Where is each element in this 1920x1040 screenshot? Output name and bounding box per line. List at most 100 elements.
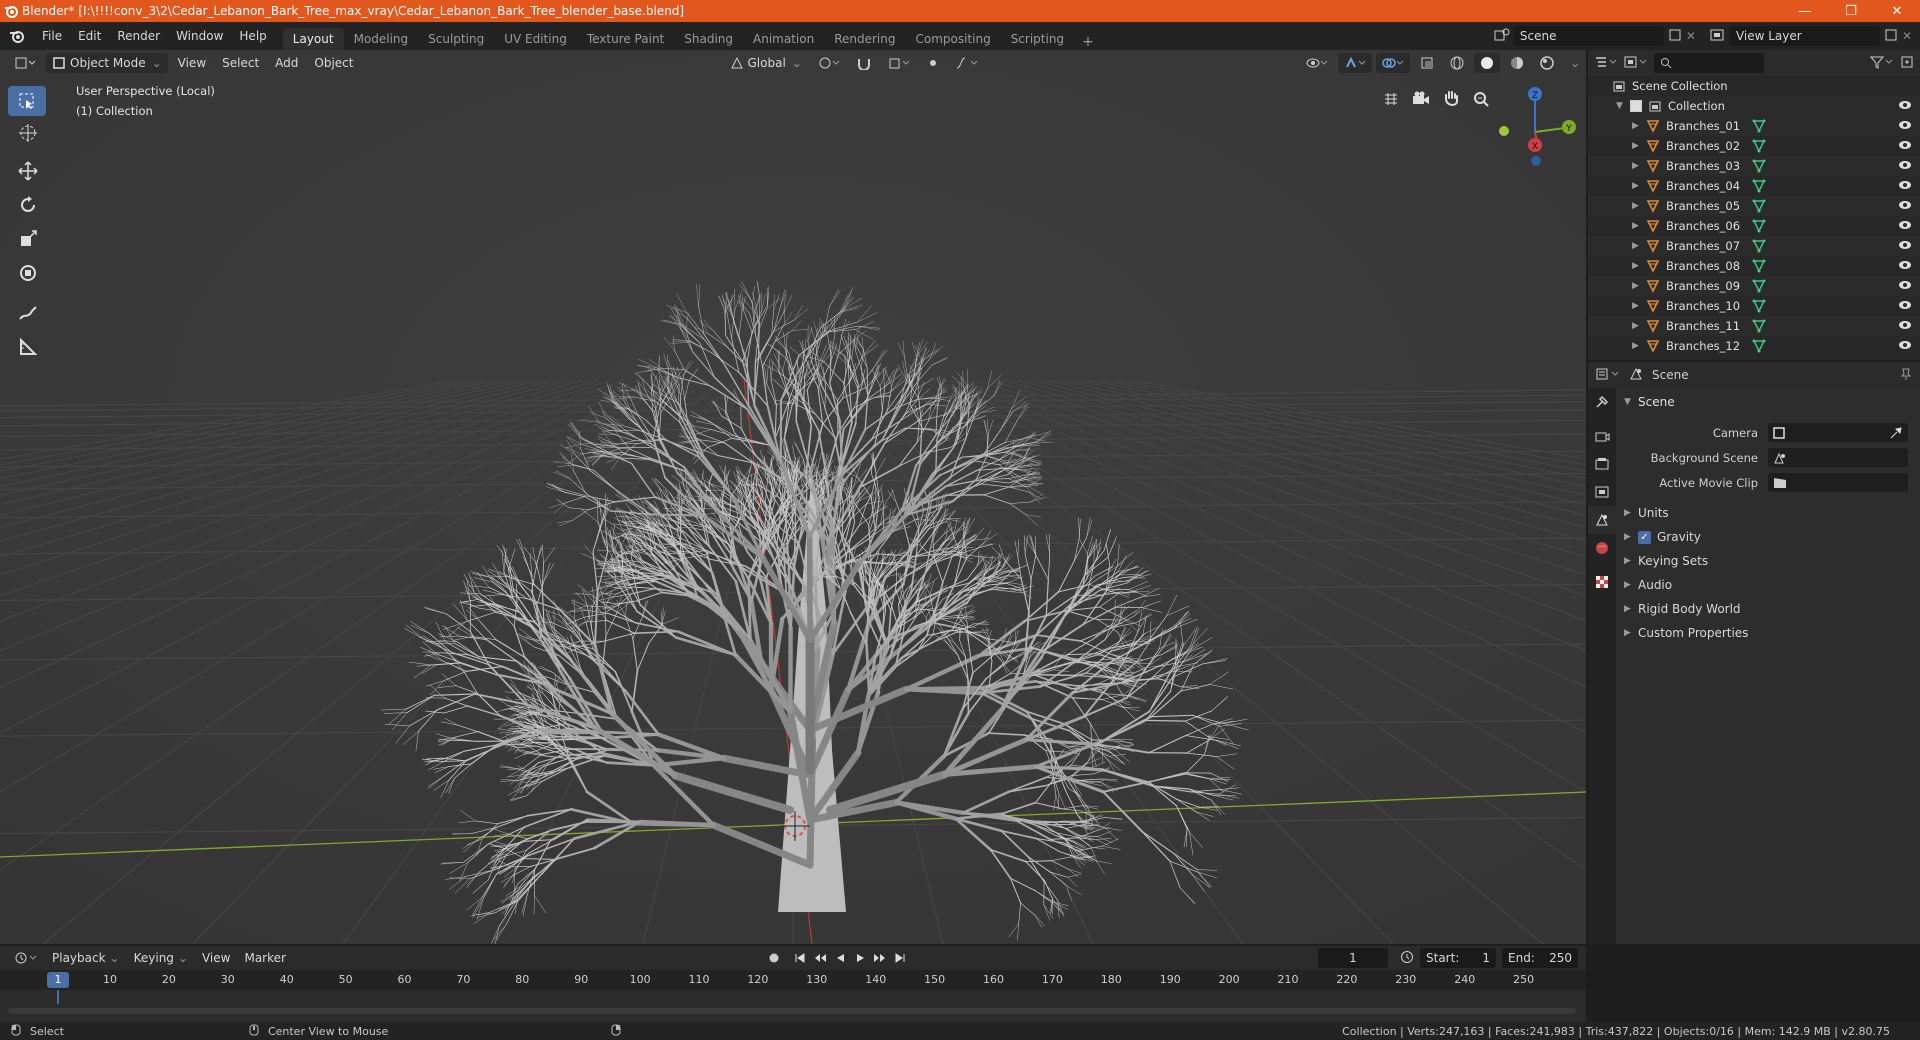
viewport-menu-object[interactable]: Object — [308, 53, 359, 73]
eye-icon[interactable] — [1898, 159, 1912, 173]
outliner-object-row[interactable]: ▶ Branches_05 — [1588, 196, 1920, 216]
xray-toggle-icon[interactable] — [1414, 53, 1440, 73]
keying-menu[interactable]: Keying ⌄ — [128, 948, 194, 968]
current-frame-field[interactable]: 1 — [1318, 948, 1388, 968]
object-mode-dropdown[interactable]: Object Mode ⌄ — [46, 53, 168, 73]
proportional-editing-icon[interactable] — [920, 53, 946, 73]
units-subpanel[interactable]: ▶ Units — [1616, 501, 1920, 525]
overlays-toggle-icon[interactable] — [1375, 53, 1410, 73]
eye-icon[interactable] — [1898, 259, 1912, 273]
mesh-data-icon[interactable] — [1752, 239, 1766, 253]
move-tool-icon[interactable] — [8, 154, 48, 188]
current-frame-indicator[interactable]: 1 — [47, 972, 69, 988]
falloff-icon[interactable] — [950, 53, 984, 73]
tab-animation[interactable]: Animation — [743, 28, 824, 50]
new-view-layer-icon[interactable] — [1884, 28, 1898, 45]
visibility-selectability-icon[interactable] — [1300, 53, 1334, 73]
collection-row[interactable]: ▼ Collection — [1588, 96, 1920, 116]
tab-scripting[interactable]: Scripting — [1001, 28, 1074, 50]
outliner-object-row[interactable]: ▶ Branches_03 — [1588, 156, 1920, 176]
eye-icon[interactable] — [1898, 99, 1912, 113]
tab-uv-editing[interactable]: UV Editing — [494, 28, 577, 50]
menu-window[interactable]: Window — [168, 24, 231, 48]
measure-tool-icon[interactable] — [8, 330, 48, 364]
axis-navigation-gizmo[interactable]: X Z Y — [1490, 80, 1580, 170]
expand-arrow-icon[interactable]: ▶ — [1632, 221, 1646, 231]
texture-tab-icon[interactable] — [1588, 568, 1616, 596]
transform-orientation-dropdown[interactable]: Global ⌄ — [724, 53, 808, 73]
mesh-data-icon[interactable] — [1752, 139, 1766, 153]
jump-to-keyframe-forward-icon[interactable] — [870, 948, 890, 968]
annotate-tool-icon[interactable] — [8, 296, 48, 330]
scene-selector[interactable]: Scene — [1513, 26, 1664, 46]
mesh-data-icon[interactable] — [1752, 279, 1766, 293]
active-movie-clip-field[interactable] — [1768, 473, 1908, 492]
record-icon[interactable] — [764, 948, 784, 968]
eye-icon[interactable] — [1898, 179, 1912, 193]
end-frame-field[interactable]: End: 250 — [1502, 948, 1578, 968]
expand-arrow-icon[interactable]: ▶ — [1632, 261, 1646, 271]
scene-icon[interactable] — [1494, 28, 1510, 45]
scene-tab-icon[interactable] — [1588, 506, 1616, 534]
eye-icon[interactable] — [1898, 139, 1912, 153]
outliner-editor-type-icon[interactable] — [1594, 55, 1618, 72]
pan-view-hand-icon[interactable] — [1438, 86, 1464, 112]
jump-to-keyframe-back-icon[interactable] — [810, 948, 830, 968]
grid-view-toggle-icon[interactable] — [1378, 86, 1404, 112]
expand-arrow-icon[interactable]: ▶ — [1632, 141, 1646, 151]
eye-icon[interactable] — [1898, 219, 1912, 233]
play-reverse-icon[interactable] — [830, 948, 850, 968]
outliner-object-row[interactable]: ▶ Branches_09 — [1588, 276, 1920, 296]
scene-panel-header[interactable]: ▼ Scene — [1616, 390, 1920, 414]
frame-ruler[interactable]: 1 10 20 30 40 50 60 70 80 90 100 110 120 130 140 150 16… — [0, 970, 1586, 990]
expand-arrow-icon[interactable]: ▶ — [1632, 181, 1646, 191]
timeline-scrollbar[interactable] — [8, 1008, 1576, 1014]
cursor-tool-icon[interactable] — [8, 116, 48, 150]
tab-texture-paint[interactable]: Texture Paint — [577, 28, 674, 50]
mesh-data-icon[interactable] — [1752, 299, 1766, 313]
viewport-menu-select[interactable]: Select — [216, 53, 265, 73]
expand-arrow-icon[interactable]: ▶ — [1632, 301, 1646, 311]
view-layer-tab-icon[interactable] — [1588, 478, 1616, 506]
gravity-checkbox[interactable]: ✓ — [1638, 530, 1651, 544]
wireframe-shading-icon[interactable] — [1444, 53, 1470, 73]
audio-subpanel[interactable]: ▶ Audio — [1616, 573, 1920, 597]
mesh-data-icon[interactable] — [1752, 159, 1766, 173]
blender-menu-icon[interactable] — [0, 28, 34, 44]
viewport-menu-view[interactable]: View — [172, 53, 212, 73]
start-frame-field[interactable]: Start: 1 — [1420, 948, 1496, 968]
outliner-object-row[interactable]: ▶ Branches_02 — [1588, 136, 1920, 156]
scale-tool-icon[interactable] — [8, 222, 48, 256]
close-button[interactable]: ✕ — [1874, 0, 1920, 22]
menu-render[interactable]: Render — [109, 24, 168, 48]
scene-collection-row[interactable]: Scene Collection — [1588, 76, 1920, 96]
mesh-data-icon[interactable] — [1752, 199, 1766, 213]
new-collection-icon[interactable] — [1900, 55, 1914, 72]
mesh-data-icon[interactable] — [1752, 339, 1766, 353]
world-tab-icon[interactable] — [1588, 534, 1616, 562]
3d-viewport[interactable]: Object Mode ⌄ View Select Add Object Glo… — [0, 50, 1586, 944]
snap-target-icon[interactable] — [882, 53, 916, 73]
play-icon[interactable] — [850, 948, 870, 968]
preview-range-clock-icon[interactable] — [1400, 950, 1414, 967]
menu-file[interactable]: File — [34, 24, 70, 48]
eye-icon[interactable] — [1898, 199, 1912, 213]
mesh-data-icon[interactable] — [1752, 259, 1766, 273]
marker-menu[interactable]: Marker — [238, 948, 291, 968]
collection-checkbox[interactable] — [1630, 100, 1642, 112]
gravity-subpanel[interactable]: ▶ ✓ Gravity — [1616, 525, 1920, 549]
maximize-button[interactable]: ❐ — [1828, 0, 1874, 22]
expand-arrow-icon[interactable]: ▶ — [1632, 341, 1646, 351]
output-tab-icon[interactable] — [1588, 450, 1616, 478]
timeline-track-area[interactable] — [0, 990, 1586, 1022]
outliner-search-input[interactable] — [1654, 53, 1764, 73]
tab-rendering[interactable]: Rendering — [824, 28, 905, 50]
view-layer-icon[interactable] — [1710, 28, 1726, 45]
eye-icon[interactable] — [1898, 279, 1912, 293]
transform-tool-icon[interactable] — [8, 256, 48, 290]
pin-icon[interactable] — [1900, 367, 1912, 384]
background-scene-field[interactable] — [1768, 448, 1908, 467]
expand-arrow-icon[interactable]: ▶ — [1632, 321, 1646, 331]
outliner-object-row[interactable]: ▶ Branches_04 — [1588, 176, 1920, 196]
timeline-editor-type-icon[interactable] — [8, 948, 44, 968]
